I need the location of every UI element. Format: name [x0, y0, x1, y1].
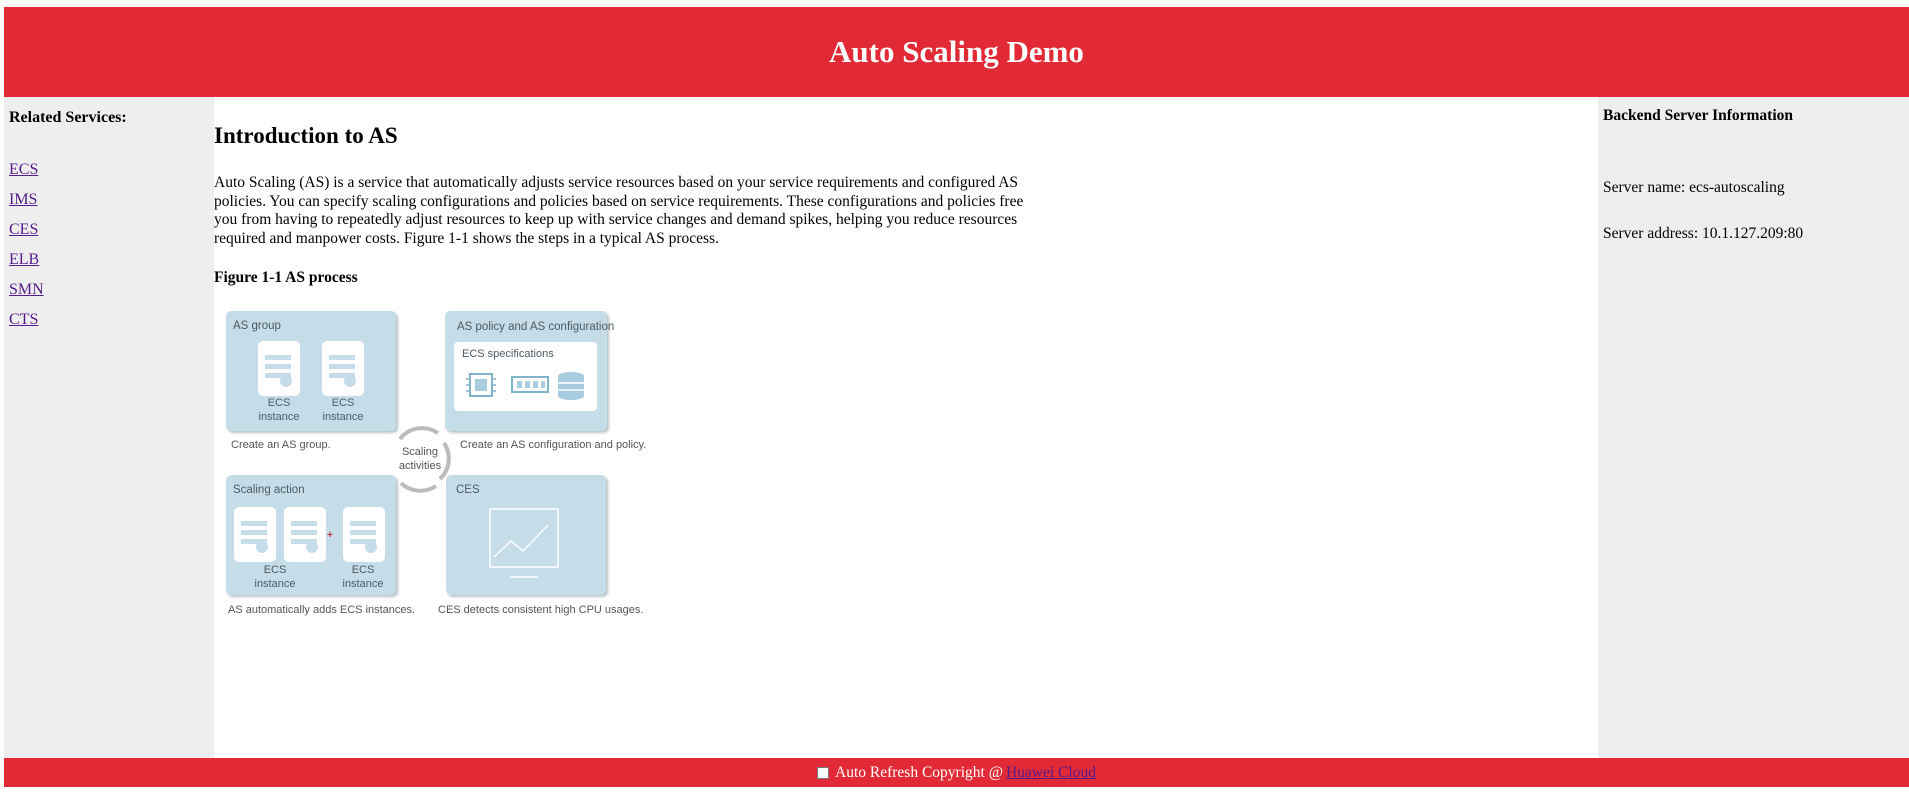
- ecs-instance-label: ECS: [264, 564, 287, 576]
- related-services-title: Related Services:: [9, 109, 127, 126]
- ecs-instance-label: instance: [343, 578, 384, 590]
- backend-server-sidebar: Backend Server Information Server name: …: [1598, 97, 1909, 758]
- service-link-ims[interactable]: IMS: [9, 185, 209, 215]
- as-policy-caption: Create an AS configuration and policy.: [460, 439, 646, 451]
- plus-icon: +: [327, 529, 333, 541]
- page-footer: Auto Refresh Copyright @ Huawei Cloud: [4, 758, 1909, 787]
- scaling-action-panel: Scaling action + ECS instance ECS instan…: [226, 475, 396, 595]
- ecs-instance-label: instance: [255, 578, 296, 590]
- server-icon: [343, 507, 385, 562]
- server-icon: [258, 341, 300, 396]
- related-services-sidebar: Related Services: ECS IMS CES ELB SMN CT…: [4, 97, 214, 758]
- ces-caption: CES detects consistent high CPU usages.: [438, 604, 643, 616]
- auto-refresh-checkbox[interactable]: [817, 766, 830, 779]
- server-icon: [284, 507, 326, 562]
- as-group-caption: Create an AS group.: [231, 439, 331, 451]
- ces-panel: CES: [446, 475, 606, 595]
- main-content: Introduction to AS Auto Scaling (AS) is …: [214, 97, 1598, 758]
- as-group-panel: AS group ECS instance ECS instance: [226, 311, 396, 431]
- scaling-activities-label: Scaling: [402, 446, 438, 458]
- backend-server-title: Backend Server Information: [1603, 107, 1794, 124]
- as-policy-title: AS policy and AS configuration: [457, 321, 614, 333]
- server-address: Server address: 10.1.127.209:80: [1603, 225, 1804, 242]
- storage-icon: [558, 372, 584, 400]
- server-icon: [234, 507, 276, 562]
- service-link-cts[interactable]: CTS: [9, 305, 209, 335]
- page-header: Auto Scaling Demo: [4, 7, 1909, 97]
- page-frame: Auto Scaling Demo Related Services: ECS …: [4, 7, 1909, 787]
- huawei-cloud-link[interactable]: Huawei Cloud: [1006, 764, 1096, 782]
- intro-paragraph: Auto Scaling (AS) is a service that auto…: [214, 174, 1024, 247]
- ecs-instance-label: instance: [259, 411, 300, 423]
- ecs-instance-label: ECS: [352, 564, 375, 576]
- ecs-instance-label: ECS: [332, 397, 355, 409]
- scaling-action-title: Scaling action: [233, 484, 305, 496]
- service-link-ecs[interactable]: ECS: [9, 155, 209, 185]
- ces-title: CES: [456, 484, 480, 496]
- ecs-specifications-title: ECS specifications: [462, 348, 554, 360]
- figure-caption: Figure 1-1 AS process: [214, 269, 358, 286]
- service-link-elb[interactable]: ELB: [9, 245, 209, 275]
- scaling-action-caption: AS automatically adds ECS instances.: [228, 604, 415, 616]
- server-icon: [322, 341, 364, 396]
- auto-refresh-label: Auto Refresh Copyright @: [835, 763, 1003, 781]
- server-name: Server name: ecs-autoscaling: [1603, 179, 1785, 196]
- page-title: Auto Scaling Demo: [829, 34, 1084, 69]
- intro-heading: Introduction to AS: [214, 123, 398, 148]
- as-group-title: AS group: [233, 320, 281, 332]
- service-link-smn[interactable]: SMN: [9, 275, 209, 305]
- as-policy-panel: AS policy and AS configuration ECS speci…: [445, 311, 614, 431]
- as-process-diagram: AS group ECS instance ECS instance Creat…: [226, 311, 646, 616]
- ecs-instance-label: ECS: [268, 397, 291, 409]
- scaling-activities-label: activities: [399, 460, 442, 472]
- ecs-instance-label: instance: [323, 411, 364, 423]
- service-link-ces[interactable]: CES: [9, 215, 209, 245]
